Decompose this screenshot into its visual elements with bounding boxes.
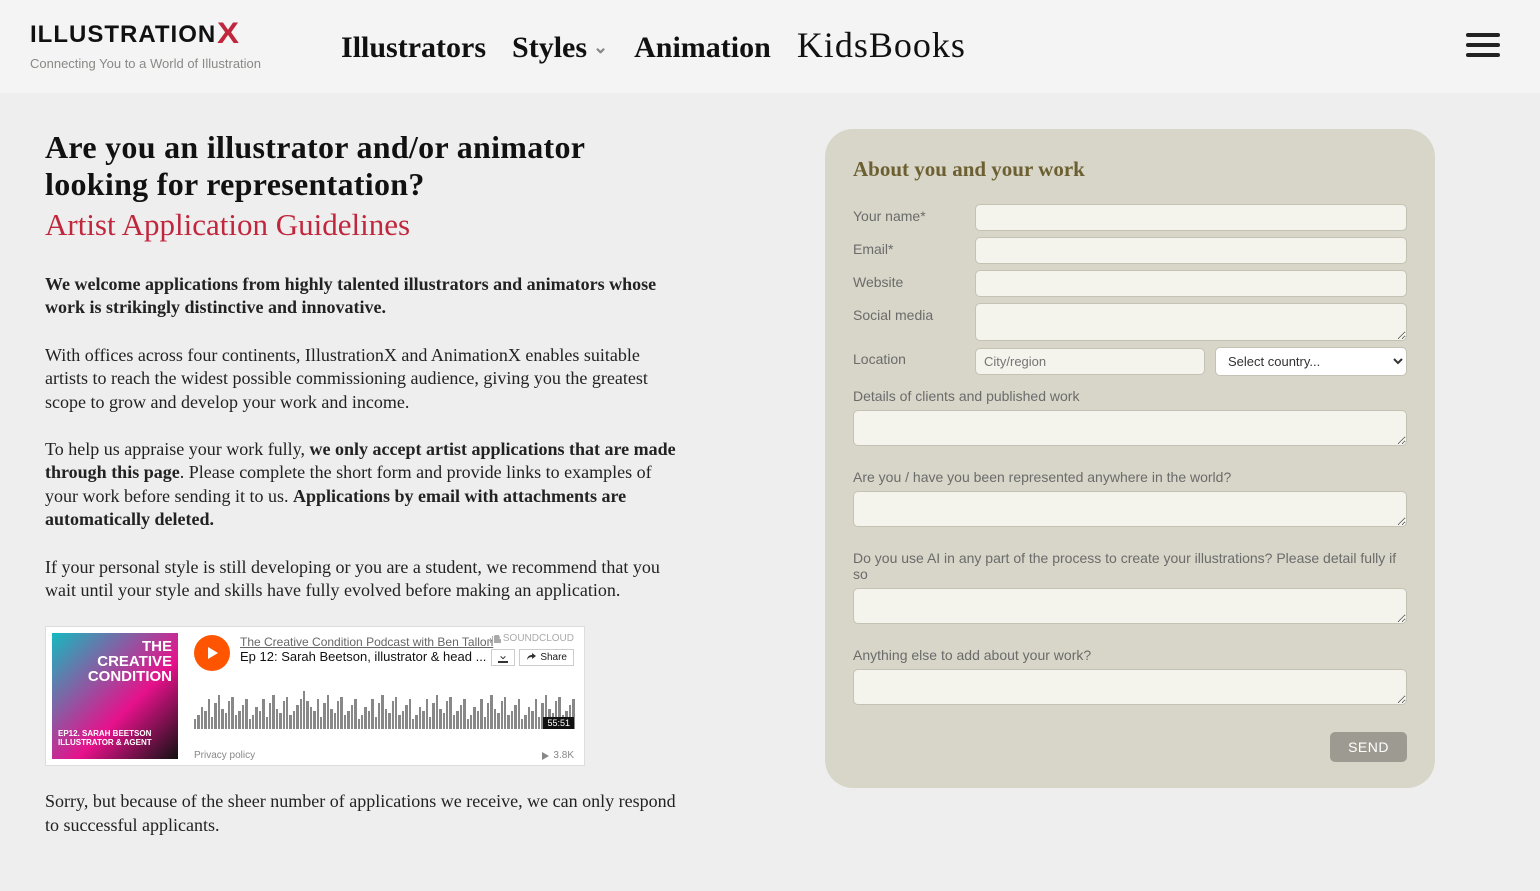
chevron-down-icon: ⌄	[593, 37, 608, 58]
represented-label: Are you / have you been represented anyw…	[853, 469, 1407, 485]
page-headline: Are you an illustrator and/or animator l…	[45, 129, 685, 203]
social-input[interactable]	[975, 303, 1407, 341]
play-count: 3.8K	[541, 750, 574, 761]
intro-paragraph-4: If your personal style is still developi…	[45, 556, 685, 603]
nav-illustrators[interactable]: Illustrators	[341, 31, 486, 65]
name-label: Your name*	[853, 204, 965, 224]
form-title: About you and your work	[853, 157, 1407, 182]
download-button[interactable]	[491, 649, 515, 666]
logo-tagline: Connecting You to a World of Illustratio…	[30, 56, 261, 71]
play-button[interactable]	[194, 635, 230, 671]
ai-input[interactable]	[853, 588, 1407, 624]
intro-paragraph-3: To help us appraise your work fully, we …	[45, 438, 685, 532]
intro-paragraph-1: We welcome applications from highly tale…	[45, 273, 685, 320]
logo-text: ILLUSTRATION	[30, 21, 216, 49]
city-input[interactable]	[975, 348, 1205, 375]
share-button[interactable]: Share	[519, 649, 574, 666]
main-nav: Illustrators Styles ⌄ Animation KidsBook…	[341, 24, 966, 66]
application-form: About you and your work Your name* Email…	[825, 129, 1435, 788]
share-icon	[526, 653, 536, 663]
track-duration: 55:51	[543, 717, 574, 729]
country-select[interactable]: Select country...	[1215, 347, 1407, 376]
website-input[interactable]	[975, 270, 1407, 297]
clients-input[interactable]	[853, 410, 1407, 446]
nav-animation[interactable]: Animation	[634, 31, 771, 65]
logo-x-icon: X	[217, 17, 240, 51]
play-count-icon	[541, 752, 549, 760]
ai-label: Do you use AI in any part of the process…	[853, 550, 1407, 582]
podcast-widget: THE CREATIVE CONDITION EP12. SARAH BEETS…	[45, 626, 585, 766]
name-input[interactable]	[975, 204, 1407, 231]
play-icon	[205, 646, 219, 660]
content-column: Are you an illustrator and/or animator l…	[45, 129, 685, 861]
waveform[interactable]: 55:51	[194, 685, 574, 729]
soundcloud-icon	[487, 635, 501, 643]
nav-styles[interactable]: Styles ⌄	[512, 31, 608, 65]
podcast-artwork[interactable]: THE CREATIVE CONDITION EP12. SARAH BEETS…	[52, 633, 178, 759]
location-label: Location	[853, 347, 965, 367]
social-label: Social media	[853, 303, 965, 323]
nav-kidsbooks[interactable]: KidsBooks	[797, 24, 966, 66]
send-button[interactable]: SEND	[1330, 732, 1407, 762]
closing-paragraph: Sorry, but because of the sheer number o…	[45, 790, 685, 837]
menu-burger-icon[interactable]	[1466, 33, 1500, 57]
soundcloud-brand[interactable]: SOUNDCLOUD	[487, 633, 574, 644]
clients-label: Details of clients and published work	[853, 388, 1407, 404]
download-icon	[498, 653, 508, 663]
page-subhead: Artist Application Guidelines	[45, 207, 685, 243]
represented-input[interactable]	[853, 491, 1407, 527]
intro-paragraph-2: With offices across four continents, Ill…	[45, 344, 685, 414]
email-input[interactable]	[975, 237, 1407, 264]
website-label: Website	[853, 270, 965, 290]
email-label: Email*	[853, 237, 965, 257]
anything-input[interactable]	[853, 669, 1407, 705]
site-header: ILLUSTRATIONX Connecting You to a World …	[0, 0, 1540, 94]
logo[interactable]: ILLUSTRATIONX Connecting You to a World …	[30, 18, 261, 71]
privacy-link[interactable]: Privacy policy	[194, 750, 255, 761]
anything-label: Anything else to add about your work?	[853, 647, 1407, 663]
